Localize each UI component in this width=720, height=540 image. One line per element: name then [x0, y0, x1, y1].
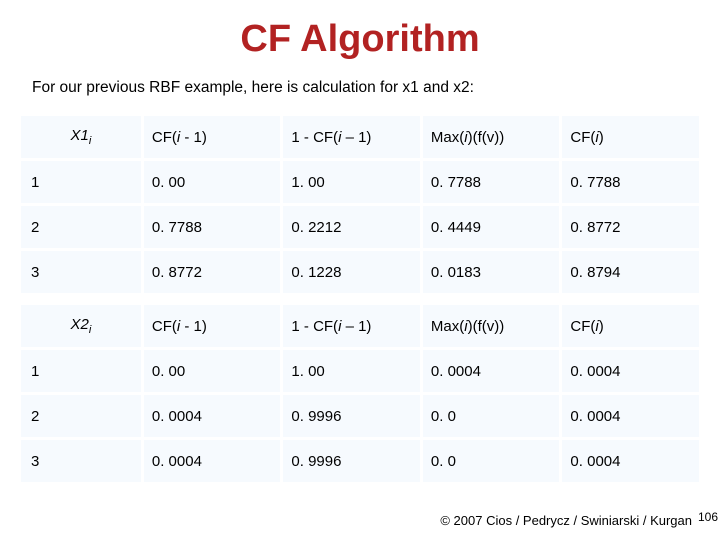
cell: 0. 00	[144, 161, 281, 203]
cell: 0. 7788	[144, 206, 281, 248]
cell: 0. 2212	[283, 206, 420, 248]
col-header: 1 - CF(i – 1)	[283, 116, 420, 158]
cell: 1. 00	[283, 161, 420, 203]
col-header: 1 - CF(i – 1)	[283, 305, 420, 347]
cell: 0. 7788	[423, 161, 560, 203]
cell: 3	[21, 440, 141, 482]
table-row: 1 0. 00 1. 00 0. 0004 0. 0004	[21, 350, 699, 392]
table-row: 3 0. 8772 0. 1228 0. 0183 0. 8794	[21, 251, 699, 293]
cell: 0. 1228	[283, 251, 420, 293]
table-row: 2 0. 7788 0. 2212 0. 4449 0. 8772	[21, 206, 699, 248]
cell: 0. 00	[144, 350, 281, 392]
col-header: Max(i)(f(v))	[423, 305, 560, 347]
cell: 0. 0004	[562, 395, 699, 437]
cell: 0. 8772	[144, 251, 281, 293]
cell: 0. 0004	[144, 395, 281, 437]
cell: 3	[21, 251, 141, 293]
table-row: 1 0. 00 1. 00 0. 7788 0. 7788	[21, 161, 699, 203]
col-header: Max(i)(f(v))	[423, 116, 560, 158]
cell: 0. 9996	[283, 440, 420, 482]
slide-title: CF Algorithm	[18, 18, 702, 61]
intro-text: For our previous RBF example, here is ca…	[32, 79, 702, 97]
rowlabel-x1: X1i	[21, 116, 141, 158]
cell: 0. 0	[423, 395, 560, 437]
col-header: CF(i)	[562, 305, 699, 347]
cell: 1	[21, 350, 141, 392]
table-row: 3 0. 0004 0. 9996 0. 0 0. 0004	[21, 440, 699, 482]
page-number: 106	[698, 510, 718, 524]
cell: 0. 9996	[283, 395, 420, 437]
cell: 0. 8772	[562, 206, 699, 248]
cell: 1. 00	[283, 350, 420, 392]
cell: 0. 4449	[423, 206, 560, 248]
cell: 2	[21, 395, 141, 437]
cell: 0. 7788	[562, 161, 699, 203]
col-header: CF(i)	[562, 116, 699, 158]
cell: 0. 0004	[423, 350, 560, 392]
cell: 0. 0	[423, 440, 560, 482]
table-header-row: X2i CF(i - 1) 1 - CF(i – 1) Max(i)(f(v))…	[21, 305, 699, 347]
cell: 0. 0004	[562, 440, 699, 482]
copyright-footer: © 2007 Cios / Pedrycz / Swiniarski / Kur…	[440, 513, 692, 528]
rowlabel-x2: X2i	[21, 305, 141, 347]
table-row: 2 0. 0004 0. 9996 0. 0 0. 0004	[21, 395, 699, 437]
table-x2: X2i CF(i - 1) 1 - CF(i – 1) Max(i)(f(v))…	[18, 302, 702, 485]
table-header-row: X1i CF(i - 1) 1 - CF(i – 1) Max(i)(f(v))…	[21, 116, 699, 158]
col-header: CF(i - 1)	[144, 116, 281, 158]
cell: 0. 0183	[423, 251, 560, 293]
cell: 2	[21, 206, 141, 248]
table-x1: X1i CF(i - 1) 1 - CF(i – 1) Max(i)(f(v))…	[18, 113, 702, 296]
cell: 0. 8794	[562, 251, 699, 293]
col-header: CF(i - 1)	[144, 305, 281, 347]
cell: 0. 0004	[562, 350, 699, 392]
cell: 0. 0004	[144, 440, 281, 482]
cell: 1	[21, 161, 141, 203]
